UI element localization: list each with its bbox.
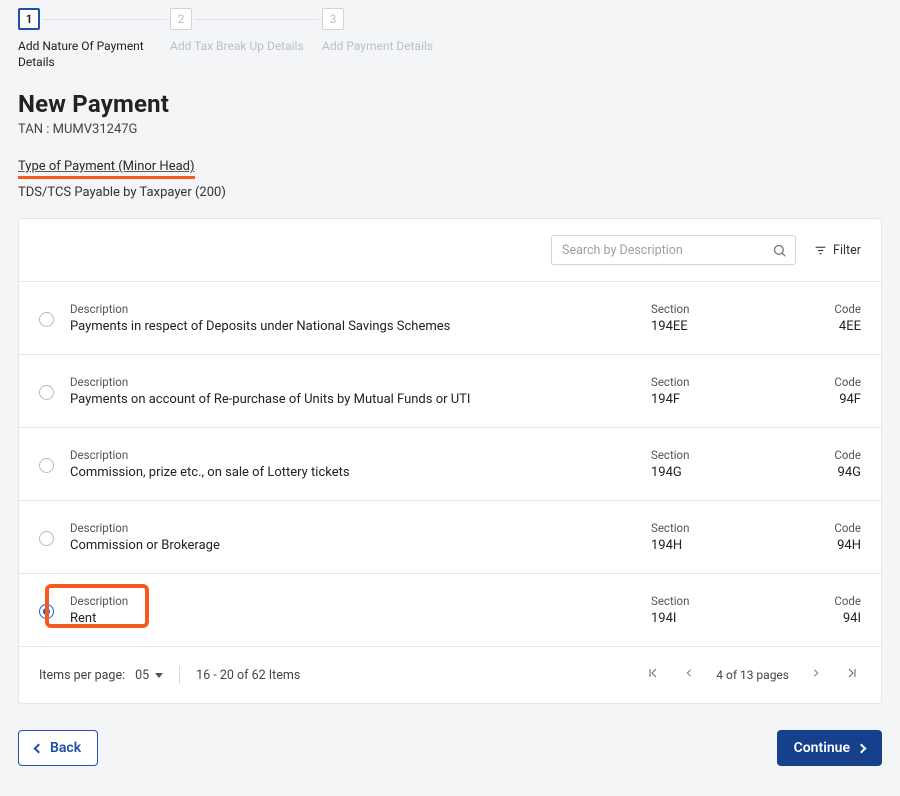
radio-option[interactable] (39, 312, 54, 327)
stepper: 1 Add Nature Of Payment Details 2 Add Ta… (18, 8, 882, 70)
step-3-label: Add Payment Details (322, 38, 433, 54)
col-desc-label: Description (70, 521, 651, 535)
col-desc-label: Description (70, 302, 651, 316)
col-section-label: Section (651, 448, 791, 462)
col-section-label: Section (651, 521, 791, 535)
options-card: Search by Description Filter Description… (18, 218, 882, 704)
page-title: New Payment (18, 90, 882, 118)
back-button[interactable]: Back (18, 730, 98, 766)
col-desc-label: Description (70, 375, 651, 389)
col-desc-value: Rent (70, 611, 651, 626)
step-1[interactable]: 1 (18, 8, 40, 30)
step-3[interactable]: 3 (322, 8, 344, 30)
page-last-button[interactable] (843, 665, 861, 685)
col-code-value: 94I (791, 611, 861, 626)
col-desc-value: Payments in respect of Deposits under Na… (70, 319, 651, 334)
step-2-label: Add Tax Break Up Details (170, 38, 310, 54)
type-of-payment-value: TDS/TCS Payable by Taxpayer (200) (18, 185, 882, 200)
table-row[interactable]: Description Commission or BrokerageSectio… (19, 500, 881, 573)
type-of-payment-link[interactable]: Type of Payment (Minor Head) (18, 159, 195, 179)
table-row[interactable]: Description Payments in respect of Deposi… (19, 281, 881, 354)
radio-option[interactable] (39, 531, 54, 546)
col-desc-value: Commission, prize etc., on sale of Lotte… (70, 465, 651, 480)
page-count: 4 of 13 pages (716, 668, 789, 683)
col-desc-label: Description (70, 448, 651, 462)
step-connector (195, 19, 319, 20)
col-section-value: 194F (651, 392, 791, 407)
filter-icon (814, 245, 827, 256)
col-desc-label: Description (70, 594, 651, 608)
col-code-label: Code (791, 375, 861, 389)
col-code-label: Code (791, 521, 861, 535)
col-code-value: 94F (791, 392, 861, 407)
col-section-value: 194H (651, 538, 791, 553)
col-desc-value: Commission or Brokerage (70, 538, 651, 553)
search-input[interactable]: Search by Description (551, 235, 796, 265)
filter-button[interactable]: Filter (814, 243, 861, 258)
chevron-left-icon (34, 743, 44, 753)
table-row[interactable]: Description RentSection 194ICode 94I (19, 573, 881, 646)
col-desc-value: Payments on account of Re-purchase of Un… (70, 392, 651, 407)
divider (179, 666, 180, 684)
col-section-label: Section (651, 594, 791, 608)
table-row[interactable]: Description Commission, prize etc., on sa… (19, 427, 881, 500)
col-code-value: 94G (791, 465, 861, 480)
items-range: 16 - 20 of 62 Items (196, 668, 300, 683)
col-code-label: Code (791, 594, 861, 608)
radio-option[interactable] (39, 458, 54, 473)
search-icon (772, 243, 787, 258)
page-first-button[interactable] (644, 665, 662, 685)
caret-down-icon (155, 673, 163, 678)
page-prev-button[interactable] (682, 665, 696, 685)
col-section-value: 194G (651, 465, 791, 480)
items-per-page-select[interactable]: 05 (135, 668, 163, 683)
step-connector (43, 19, 167, 20)
tan-line: TAN : MUMV31247G (18, 122, 882, 137)
col-code-label: Code (791, 448, 861, 462)
chevron-right-icon (857, 743, 867, 753)
col-section-label: Section (651, 302, 791, 316)
table-row[interactable]: Description Payments on account of Re-pur… (19, 354, 881, 427)
col-section-label: Section (651, 375, 791, 389)
step-1-label: Add Nature Of Payment Details (18, 38, 158, 70)
col-code-value: 94H (791, 538, 861, 553)
radio-option[interactable] (39, 604, 54, 619)
col-code-label: Code (791, 302, 861, 316)
page-next-button[interactable] (809, 665, 823, 685)
pagination: Items per page: 05 16 - 20 of 62 Items 4… (19, 646, 881, 703)
col-section-value: 194EE (651, 319, 791, 334)
col-section-value: 194I (651, 611, 791, 626)
continue-button[interactable]: Continue (777, 730, 882, 766)
step-2[interactable]: 2 (170, 8, 192, 30)
col-code-value: 4EE (791, 319, 861, 334)
radio-option[interactable] (39, 385, 54, 400)
search-placeholder: Search by Description (562, 243, 683, 258)
items-per-page-label: Items per page: (39, 668, 125, 683)
